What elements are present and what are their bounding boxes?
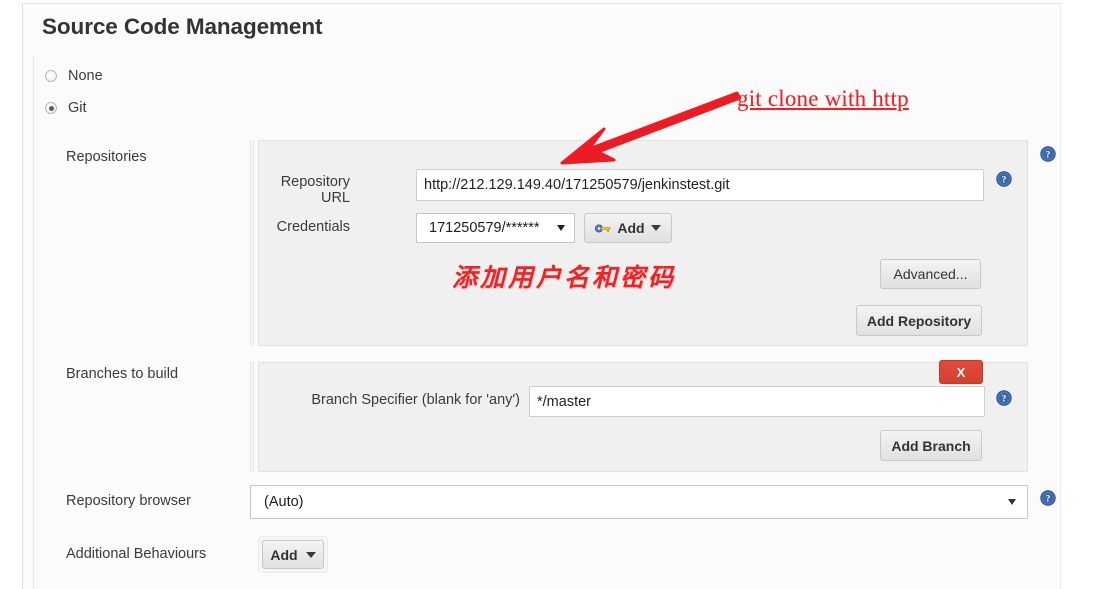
key-icon [595,224,611,232]
svg-text:?: ? [1002,175,1007,185]
repository-url-label: Repository URL [280,174,350,206]
branch-specifier-input[interactable] [529,386,985,417]
credentials-select[interactable]: 171250579/****** [416,213,575,243]
svg-text:?: ? [1046,150,1051,160]
row-label-branches: Branches to build [66,366,179,382]
row-label-repositories: Repositories [66,149,147,165]
add-repository-button[interactable]: Add Repository [856,305,982,336]
additional-behaviours-add-label: Add [270,546,298,563]
branches-gutter [250,362,254,472]
chevron-down-icon [1008,499,1016,505]
credentials-add-button[interactable]: Add [584,213,672,243]
repository-browser-selected-value: (Auto) [264,494,304,510]
repository-browser-select[interactable]: (Auto) [250,485,1028,519]
annotation-git-clone-http: git clone with http [737,86,909,111]
chevron-down-icon [305,551,316,558]
scm-option-git-label: Git [68,100,87,116]
credentials-selected-value: 171250579/****** [429,220,540,236]
scm-option-none[interactable]: None [45,68,103,84]
row-label-repository-browser: Repository browser [66,493,191,509]
form-left-rail [33,56,34,589]
scm-option-git[interactable]: Git [45,100,87,116]
radio-none-icon[interactable] [45,70,57,82]
page-title: Source Code Management [42,14,323,39]
credentials-add-label: Add [617,220,645,236]
advanced-button[interactable]: Advanced... [880,259,981,289]
help-icon[interactable]: ? [996,390,1012,406]
help-icon[interactable]: ? [996,171,1012,187]
additional-behaviours-add-button[interactable]: Add [262,540,324,569]
credentials-label: Credentials [276,219,350,235]
add-branch-button[interactable]: Add Branch [880,430,982,461]
chevron-down-icon [557,225,565,231]
svg-text:?: ? [1002,394,1007,404]
delete-branch-button[interactable]: X [939,360,983,384]
repository-url-input[interactable] [416,169,984,201]
chevron-down-icon [650,225,661,231]
svg-text:?: ? [1046,494,1051,504]
help-icon[interactable]: ? [1040,490,1056,506]
row-label-additional-behaviours: Additional Behaviours [66,546,207,562]
scm-option-none-label: None [68,68,103,84]
radio-git-icon[interactable] [45,102,57,114]
help-icon[interactable]: ? [1040,146,1056,162]
page-root: Source Code Management None Git Reposito… [0,0,1108,589]
annotation-add-credentials: 添加用户名和密码 [452,265,677,292]
branch-specifier-label: Branch Specifier (blank for 'any') [311,392,520,408]
repositories-gutter [250,140,254,346]
